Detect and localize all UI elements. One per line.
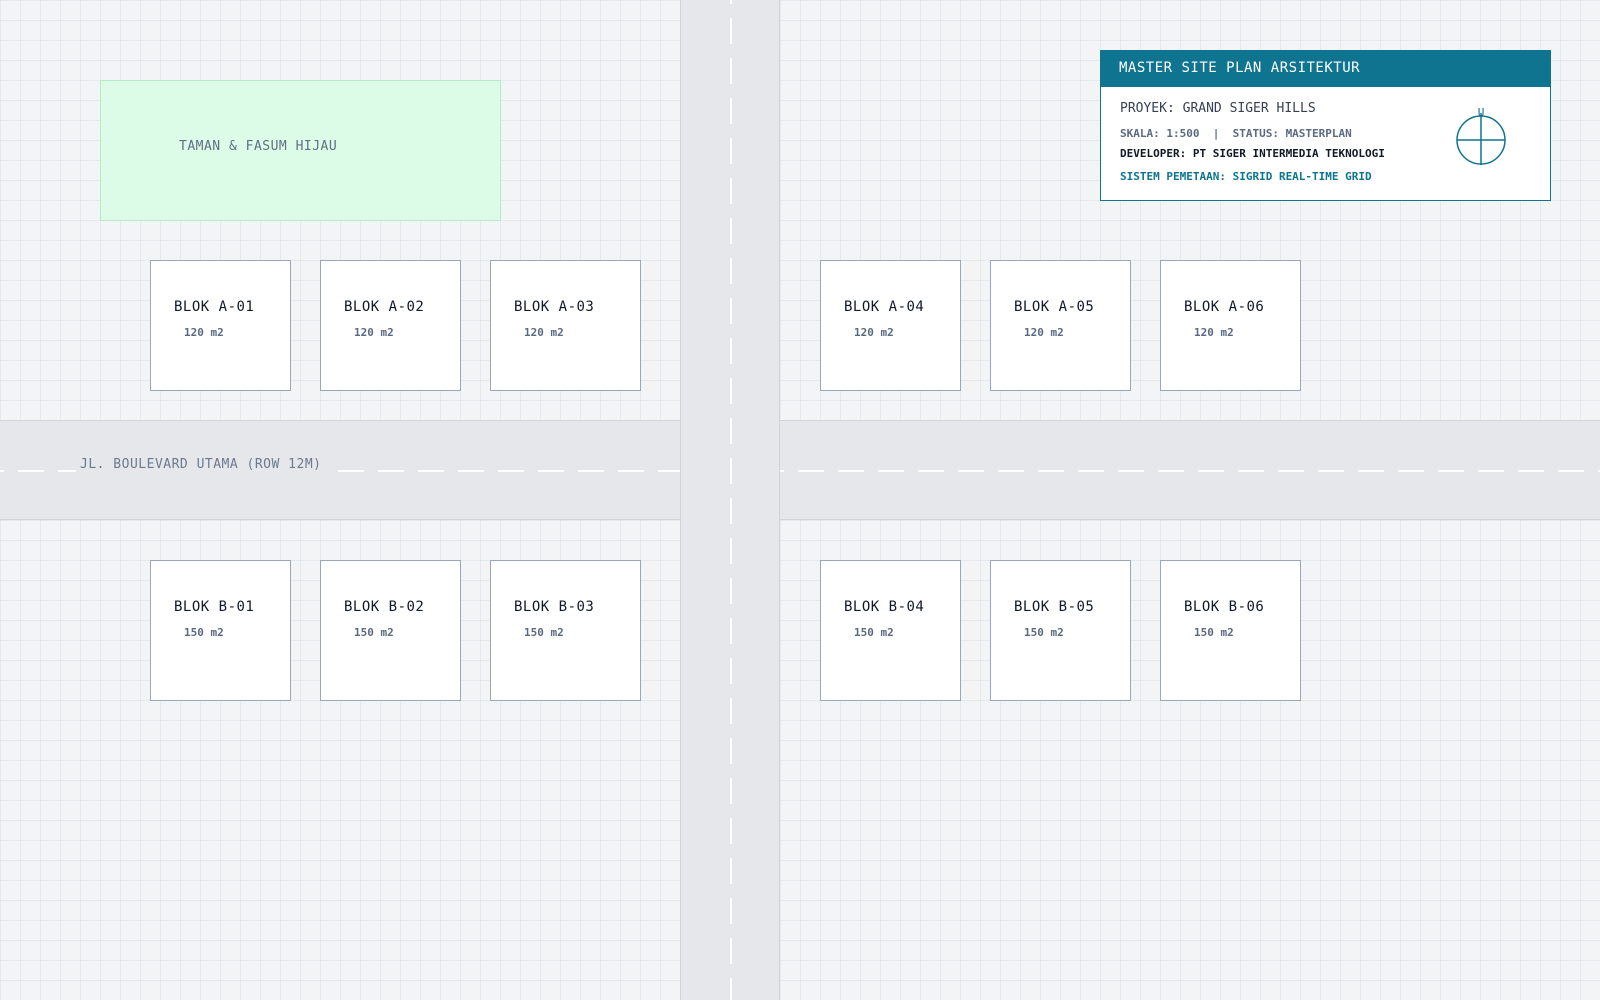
lot-name: BLOK A-04 bbox=[844, 299, 925, 315]
lot-name: BLOK B-06 bbox=[1184, 599, 1265, 615]
compass-north-letter: U bbox=[1478, 107, 1485, 119]
lot-area: 150 m2 bbox=[184, 626, 224, 639]
title-block-panel: MASTER SITE PLAN ARSITEKTUR PROYEK: GRAN… bbox=[1100, 50, 1551, 201]
lot-name: BLOK A-06 bbox=[1184, 299, 1265, 315]
lot-area: 150 m2 bbox=[524, 626, 564, 639]
green-area-label: TAMAN & FASUM HIJAU bbox=[179, 139, 338, 154]
lot-a-03[interactable]: BLOK A-03 120 m2 bbox=[490, 260, 641, 391]
lot-area: 150 m2 bbox=[354, 626, 394, 639]
lot-area: 120 m2 bbox=[524, 326, 564, 339]
panel-title: MASTER SITE PLAN ARSITEKTUR bbox=[1101, 51, 1550, 87]
lot-name: BLOK A-01 bbox=[174, 299, 255, 315]
lot-b-04[interactable]: BLOK B-04 150 m2 bbox=[820, 560, 961, 701]
road-center-line bbox=[730, 0, 732, 1000]
lot-name: BLOK B-02 bbox=[344, 599, 425, 615]
lot-b-06[interactable]: BLOK B-06 150 m2 bbox=[1160, 560, 1301, 701]
site-plan-map: JL. BOULEVARD UTAMA (ROW 12M) TAMAN & FA… bbox=[0, 0, 1600, 1000]
lot-name: BLOK B-04 bbox=[844, 599, 925, 615]
boulevard-road-east bbox=[780, 420, 1600, 520]
scale-status: SKALA: 1:500 | STATUS: MASTERPLAN bbox=[1120, 127, 1352, 140]
lot-area: 120 m2 bbox=[354, 326, 394, 339]
north-arrow-icon: U bbox=[1454, 106, 1508, 167]
lot-name: BLOK A-02 bbox=[344, 299, 425, 315]
lot-a-05[interactable]: BLOK A-05 120 m2 bbox=[990, 260, 1131, 391]
lot-a-02[interactable]: BLOK A-02 120 m2 bbox=[320, 260, 461, 391]
lot-area: 150 m2 bbox=[854, 626, 894, 639]
lot-area: 150 m2 bbox=[1024, 626, 1064, 639]
lot-a-04[interactable]: BLOK A-04 120 m2 bbox=[820, 260, 961, 391]
lot-b-02[interactable]: BLOK B-02 150 m2 bbox=[320, 560, 461, 701]
lot-name: BLOK B-03 bbox=[514, 599, 595, 615]
green-park-area[interactable]: TAMAN & FASUM HIJAU bbox=[100, 80, 501, 221]
road-center-line bbox=[780, 470, 1600, 472]
lot-b-05[interactable]: BLOK B-05 150 m2 bbox=[990, 560, 1131, 701]
lot-area: 150 m2 bbox=[1194, 626, 1234, 639]
lot-name: BLOK B-05 bbox=[1014, 599, 1095, 615]
mapping-system: SISTEM PEMETAAN: SIGRID REAL-TIME GRID bbox=[1120, 170, 1372, 183]
lot-area: 120 m2 bbox=[1194, 326, 1234, 339]
lot-name: BLOK A-05 bbox=[1014, 299, 1095, 315]
boulevard-label: JL. BOULEVARD UTAMA (ROW 12M) bbox=[76, 457, 326, 472]
vertical-road bbox=[680, 0, 780, 1000]
project-name: PROYEK: GRAND SIGER HILLS bbox=[1120, 101, 1316, 116]
lot-b-03[interactable]: BLOK B-03 150 m2 bbox=[490, 560, 641, 701]
lot-area: 120 m2 bbox=[854, 326, 894, 339]
lot-name: BLOK A-03 bbox=[514, 299, 595, 315]
lot-area: 120 m2 bbox=[1024, 326, 1064, 339]
lot-name: BLOK B-01 bbox=[174, 599, 255, 615]
lot-b-01[interactable]: BLOK B-01 150 m2 bbox=[150, 560, 291, 701]
lot-area: 120 m2 bbox=[184, 326, 224, 339]
developer-name: DEVELOPER: PT SIGER INTERMEDIA TEKNOLOGI bbox=[1120, 147, 1385, 160]
lot-a-06[interactable]: BLOK A-06 120 m2 bbox=[1160, 260, 1301, 391]
lot-a-01[interactable]: BLOK A-01 120 m2 bbox=[150, 260, 291, 391]
